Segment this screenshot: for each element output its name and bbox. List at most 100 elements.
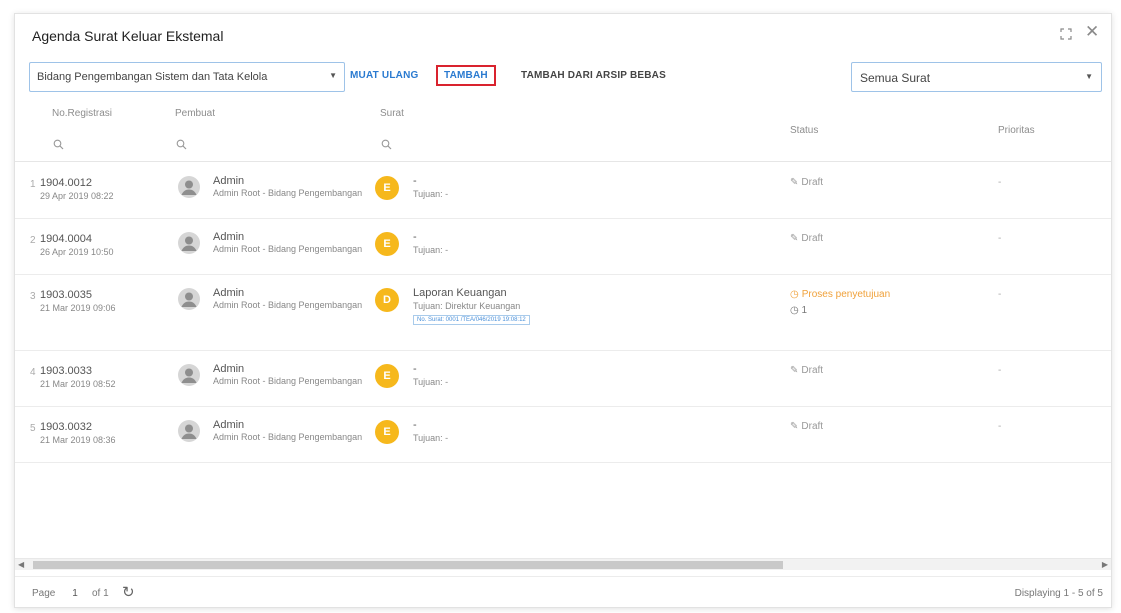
pagination-bar: Page 1 of 1 ↻ Displaying 1 - 5 of 5 bbox=[15, 576, 1111, 608]
reg-date: 21 Mar 2019 08:36 bbox=[40, 435, 116, 445]
reg-number: 1904.0012 bbox=[40, 177, 92, 189]
reg-number: 1903.0035 bbox=[40, 289, 92, 301]
creator-unit: Admin Root - Bidang Pengembangan bbox=[213, 300, 363, 310]
horizontal-scrollbar[interactable]: ◀ ▶ bbox=[15, 558, 1111, 570]
column-header-creator[interactable]: Pembuat bbox=[175, 108, 215, 119]
letter-subject: - bbox=[413, 419, 417, 431]
reg-number: 1903.0032 bbox=[40, 421, 92, 433]
status-text: Proses penyetujuan bbox=[801, 289, 891, 300]
reload-button[interactable]: MUAT ULANG bbox=[350, 70, 418, 81]
reg-date: 26 Apr 2019 10:50 bbox=[40, 247, 114, 257]
priority-value: - bbox=[998, 289, 1002, 300]
priority-value: - bbox=[998, 365, 1002, 376]
letter-destination: Tujuan: - bbox=[413, 189, 449, 199]
creator-unit: Admin Root - Bidang Pengembangan bbox=[213, 376, 363, 386]
row-number: 4 bbox=[30, 367, 36, 378]
creator-name: Admin bbox=[213, 419, 245, 431]
page-number-input[interactable]: 1 bbox=[62, 583, 88, 601]
approval-count: ◷ 1 bbox=[790, 305, 807, 316]
toolbar: Bidang Pengembangan Sistem dan Tata Kelo… bbox=[15, 62, 1111, 94]
chevron-down-icon: ▼ bbox=[1085, 72, 1093, 81]
reg-date: 29 Apr 2019 08:22 bbox=[40, 191, 114, 201]
avatar bbox=[178, 288, 200, 310]
add-from-archive-button[interactable]: TAMBAH DARI ARSIP BEBAS bbox=[521, 70, 666, 81]
creator-unit: Admin Root - Bidang Pengembangan bbox=[213, 244, 363, 254]
avatar bbox=[178, 420, 200, 442]
letter-destination: Tujuan: - bbox=[413, 377, 449, 387]
page-total: of 1 bbox=[92, 588, 109, 599]
creator-name: Admin bbox=[213, 231, 245, 243]
clock-icon: ◷ bbox=[790, 305, 799, 316]
pencil-icon: ✎ bbox=[790, 365, 799, 376]
letter-type-badge: E bbox=[375, 176, 399, 200]
add-button[interactable]: TAMBAH bbox=[436, 65, 496, 86]
department-select-value: Bidang Pengembangan Sistem dan Tata Kelo… bbox=[37, 71, 268, 83]
letter-destination: Tujuan: - bbox=[413, 245, 449, 255]
letter-subject: - bbox=[413, 231, 417, 243]
letter-type-badge: E bbox=[375, 364, 399, 388]
pencil-icon: ✎ bbox=[790, 233, 799, 244]
page-label: Page bbox=[32, 588, 56, 599]
letter-destination: Tujuan: Direktur Keuangan bbox=[413, 301, 521, 311]
creator-name: Admin bbox=[213, 287, 245, 299]
reg-number: 1903.0033 bbox=[40, 365, 92, 377]
letter-subject: Laporan Keuangan bbox=[413, 287, 507, 299]
avatar bbox=[178, 364, 200, 386]
grid-header: No.Registrasi Pembuat Surat Status Prior… bbox=[15, 99, 1111, 162]
column-header-letter[interactable]: Surat bbox=[380, 108, 404, 119]
window-titlebar: Agenda Surat Keluar Ekstemal ✕ bbox=[15, 14, 1111, 58]
chevron-down-icon: ▼ bbox=[329, 71, 337, 80]
pencil-icon: ✎ bbox=[790, 421, 799, 432]
priority-value: - bbox=[998, 177, 1002, 188]
row-number: 5 bbox=[30, 423, 36, 434]
avatar bbox=[178, 232, 200, 254]
reg-date: 21 Mar 2019 09:06 bbox=[40, 303, 116, 313]
clock-icon: ◷ bbox=[790, 289, 799, 300]
creator-unit: Admin Root - Bidang Pengembangan bbox=[213, 432, 363, 442]
displaying-info: Displaying 1 - 5 of 5 bbox=[1014, 588, 1103, 599]
creator-name: Admin bbox=[213, 363, 245, 375]
column-header-priority[interactable]: Prioritas bbox=[998, 125, 1035, 136]
letter-type-badge: D bbox=[375, 288, 399, 312]
creator-unit: Admin Root - Bidang Pengembangan bbox=[213, 188, 363, 198]
row-number: 3 bbox=[30, 291, 36, 302]
table-row[interactable]: 4 1903.0033 21 Mar 2019 08:52 Admin Admi… bbox=[15, 351, 1111, 407]
close-icon[interactable]: ✕ bbox=[1085, 23, 1099, 40]
table-row[interactable]: 3 1903.0035 21 Mar 2019 09:06 Admin Admi… bbox=[15, 275, 1111, 351]
column-header-reg[interactable]: No.Registrasi bbox=[52, 108, 112, 119]
window-title: Agenda Surat Keluar Ekstemal bbox=[32, 28, 224, 44]
status-badge: ✎ Draft bbox=[790, 421, 823, 432]
expand-icon[interactable] bbox=[1060, 28, 1072, 40]
table-row[interactable]: 2 1904.0004 26 Apr 2019 10:50 Admin Admi… bbox=[15, 219, 1111, 275]
row-number: 2 bbox=[30, 235, 36, 246]
status-badge: ✎ Draft bbox=[790, 233, 823, 244]
creator-name: Admin bbox=[213, 175, 245, 187]
letter-type-badge: E bbox=[375, 232, 399, 256]
reg-number: 1904.0004 bbox=[40, 233, 92, 245]
pencil-icon: ✎ bbox=[790, 177, 799, 188]
approval-count-value: 1 bbox=[801, 305, 808, 316]
letter-subject: - bbox=[413, 175, 417, 187]
search-icon[interactable] bbox=[53, 139, 64, 150]
column-header-status[interactable]: Status bbox=[790, 125, 818, 136]
scroll-right-icon[interactable]: ▶ bbox=[1102, 560, 1108, 569]
letter-filter-value: Semua Surat bbox=[860, 71, 931, 85]
refresh-icon[interactable]: ↻ bbox=[122, 583, 135, 601]
letter-filter-select[interactable]: Semua Surat ▼ bbox=[851, 62, 1102, 92]
grid-body: 1 1904.0012 29 Apr 2019 08:22 Admin Admi… bbox=[15, 163, 1111, 463]
status-text: Draft bbox=[801, 177, 824, 188]
scrollbar-thumb[interactable] bbox=[33, 561, 783, 569]
priority-value: - bbox=[998, 233, 1002, 244]
status-text: Draft bbox=[801, 421, 824, 432]
status-badge: ✎ Draft bbox=[790, 365, 823, 376]
search-icon[interactable] bbox=[381, 139, 392, 150]
table-row[interactable]: 5 1903.0032 21 Mar 2019 08:36 Admin Admi… bbox=[15, 407, 1111, 463]
table-row[interactable]: 1 1904.0012 29 Apr 2019 08:22 Admin Admi… bbox=[15, 163, 1111, 219]
letter-number-tag: No. Surat: 0001 /TEA/046/2019 19:08:12 bbox=[413, 315, 530, 325]
status-badge: ◷ Proses penyetujuan bbox=[790, 289, 890, 300]
avatar bbox=[178, 176, 200, 198]
search-icon[interactable] bbox=[176, 139, 187, 150]
letter-subject: - bbox=[413, 363, 417, 375]
department-select[interactable]: Bidang Pengembangan Sistem dan Tata Kelo… bbox=[29, 62, 345, 92]
scroll-left-icon[interactable]: ◀ bbox=[18, 560, 24, 569]
